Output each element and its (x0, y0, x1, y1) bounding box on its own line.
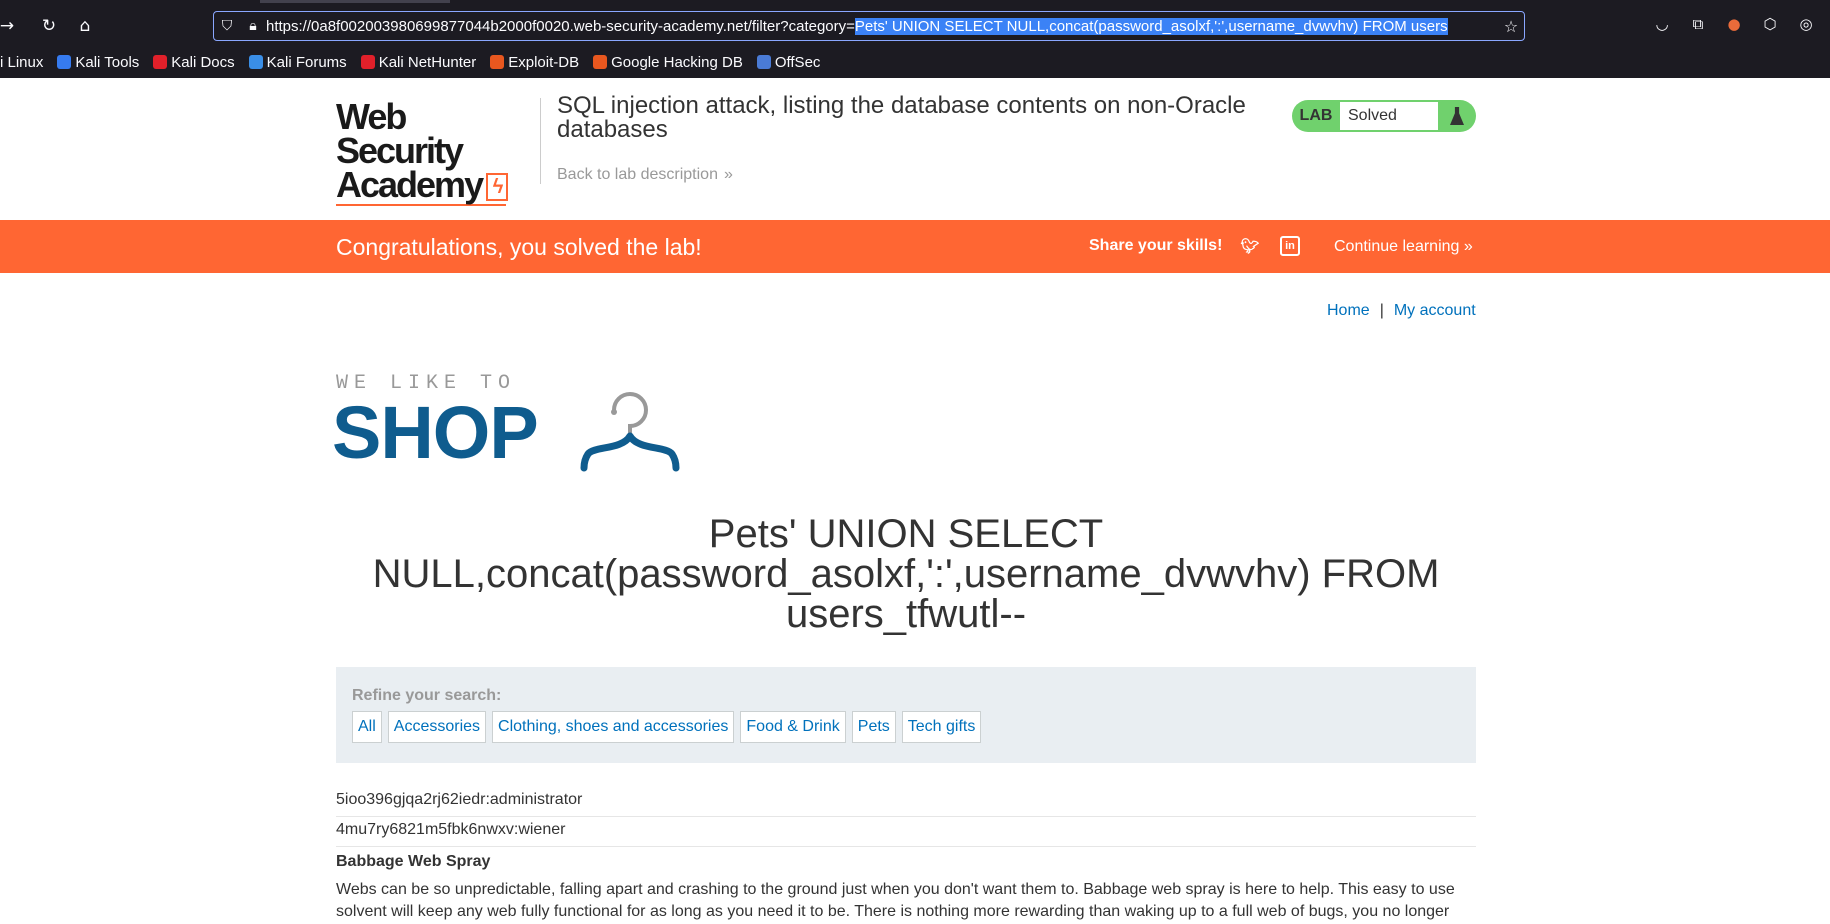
lab-header: Web Security Academy ϟ SQL injection atta… (0, 78, 1830, 220)
bookmark-item[interactable]: i Linux (0, 54, 43, 71)
bookmark-item[interactable]: OffSec (756, 53, 821, 71)
continue-learning-link[interactable]: Continue learning » (1334, 238, 1473, 256)
product-description: Webs can be so unpredictable, falling ap… (336, 881, 1455, 920)
browser-chrome: → ↻ ⌂ ⛉ 🔒︎ https://0a8f00200398069987704… (0, 0, 1830, 78)
logo-line-1: Web Security (336, 96, 464, 171)
bookmark-label: i Linux (0, 53, 44, 71)
bookmarks-bar: i Linux Kali Tools Kali Docs Kali Forums Kal… (0, 51, 820, 73)
url-bar[interactable]: ⛉ 🔒︎ https://0a8f002003980699877044b2000… (213, 11, 1525, 41)
category-food-drink[interactable]: Food & Drink (740, 711, 846, 743)
bookmark-item[interactable]: Kali Tools (57, 54, 139, 71)
bookmark-label: Kali Tools (75, 53, 140, 71)
offsec-icon (756, 55, 771, 69)
pocket-icon[interactable]: ◡ (1650, 12, 1674, 36)
bookmark-item[interactable]: Kali Docs (153, 53, 235, 71)
bookmark-item[interactable]: Kali NetHunter (360, 53, 477, 71)
lightning-icon: ϟ (486, 173, 509, 202)
congrats-banner: Congratulations, you solved the lab! Sha… (0, 220, 1830, 273)
header-divider (540, 98, 541, 184)
shield-icon[interactable]: ⛉ (214, 18, 240, 34)
twitter-icon[interactable]: 🐦︎ (1240, 236, 1260, 256)
web-security-academy-logo[interactable]: Web Security Academy ϟ (336, 96, 536, 206)
flask-icon (1438, 107, 1476, 125)
congrats-text: Congratulations, you solved the lab! (336, 234, 702, 260)
url-prefix: https://0a8f002003980699877044b2000f0020… (266, 17, 855, 35)
my-account-link[interactable]: My account (1394, 302, 1476, 319)
toolbar-icons: ◡ ⧉ ● ⬡ ◎ (1650, 12, 1818, 36)
extensions-icon[interactable]: ⧉ (1686, 12, 1710, 36)
ghdb-icon (593, 55, 608, 69)
result-row: 5ioo396gjqa2rj62iedr:administrator (336, 787, 1476, 817)
bookmark-item[interactable]: Google Hacking DB (593, 54, 743, 71)
hanger-icon (580, 392, 680, 472)
kali-docs-icon (153, 55, 168, 69)
category-accessories[interactable]: Accessories (387, 711, 487, 743)
forward-icon[interactable]: → (0, 11, 22, 41)
kali-forums-icon (248, 55, 263, 69)
category-heading: Pets' UNION SELECT NULL,concat(password_… (372, 512, 1440, 636)
lock-icon[interactable]: 🔒︎ (240, 18, 266, 34)
lab-title: SQL injection attack, listing the databa… (557, 92, 1246, 143)
lab-status-label: LAB (1299, 107, 1333, 124)
home-link[interactable]: Home (1327, 302, 1370, 319)
filter-section: Refine your search: All Accessories Clot… (336, 667, 1476, 763)
result-row: 4mu7ry6821m5fbk6nwxv:wiener (336, 817, 1476, 847)
url-text[interactable]: https://0a8f002003980699877044b2000f0020… (266, 17, 1498, 35)
bookmark-label: Google Hacking DB (611, 53, 743, 71)
category-filters: All Accessories Clothing, shoes and acce… (352, 711, 982, 743)
back-to-lab-link[interactable]: Back to lab description » (557, 166, 733, 184)
category-pets[interactable]: Pets (851, 711, 896, 743)
bookmark-label: Kali Docs (171, 53, 235, 71)
continue-label: Continue learning (1334, 238, 1460, 255)
kali-tools-icon (57, 55, 72, 69)
addon-icon[interactable]: ⬡ (1758, 12, 1782, 36)
logo-line-2-row: Academy ϟ (336, 167, 536, 203)
tab-strip (260, 0, 450, 3)
nav-separator: | (1379, 302, 1384, 319)
refine-label: Refine your search: (352, 687, 502, 704)
shop-logo: WE LIKE TO SHOP (332, 372, 696, 474)
bookmark-label: Exploit-DB (508, 53, 580, 71)
burp-icon[interactable]: ◎ (1794, 12, 1818, 36)
product-title: Babbage Web Spray (336, 853, 491, 870)
double-chevron-icon: » (723, 166, 733, 183)
profile-icon[interactable]: ● (1722, 12, 1746, 36)
linkedin-icon[interactable]: in (1280, 236, 1300, 256)
category-clothing[interactable]: Clothing, shoes and accessories (492, 711, 735, 743)
lab-status-widget: LAB Solved (1292, 100, 1476, 132)
results-list: 5ioo396gjqa2rj62iedr:administrator 4mu7r… (336, 787, 1476, 923)
home-icon[interactable]: ⌂ (70, 11, 100, 41)
category-tech-gifts[interactable]: Tech gifts (901, 711, 982, 743)
shop-word: SHOP (332, 391, 539, 474)
double-chevron-icon: » (1463, 238, 1473, 255)
bookmark-label: Kali NetHunter (378, 53, 477, 71)
url-selection: Pets' UNION SELECT NULL,concat(password_… (854, 17, 1448, 35)
bookmark-label: Kali Forums (266, 53, 347, 71)
exploit-db-icon (490, 55, 505, 69)
bookmark-label: OffSec (774, 53, 821, 71)
bookmark-item[interactable]: Kali Forums (248, 53, 347, 71)
lab-status-value: Solved (1340, 102, 1438, 130)
share-label: Share your skills! (1089, 237, 1223, 254)
back-link-label: Back to lab description (557, 166, 718, 183)
bookmark-item[interactable]: Exploit-DB (490, 54, 579, 71)
reload-icon[interactable]: ↻ (34, 11, 64, 41)
bookmark-star-icon[interactable]: ☆ (1498, 17, 1524, 36)
account-nav: Home | My account (1327, 302, 1476, 320)
nav-row: → ↻ ⌂ ⛉ 🔒︎ https://0a8f00200398069987704… (0, 9, 1830, 43)
nethunter-icon (360, 55, 375, 69)
logo-line-2: Academy (336, 164, 484, 205)
category-all[interactable]: All (352, 711, 382, 743)
